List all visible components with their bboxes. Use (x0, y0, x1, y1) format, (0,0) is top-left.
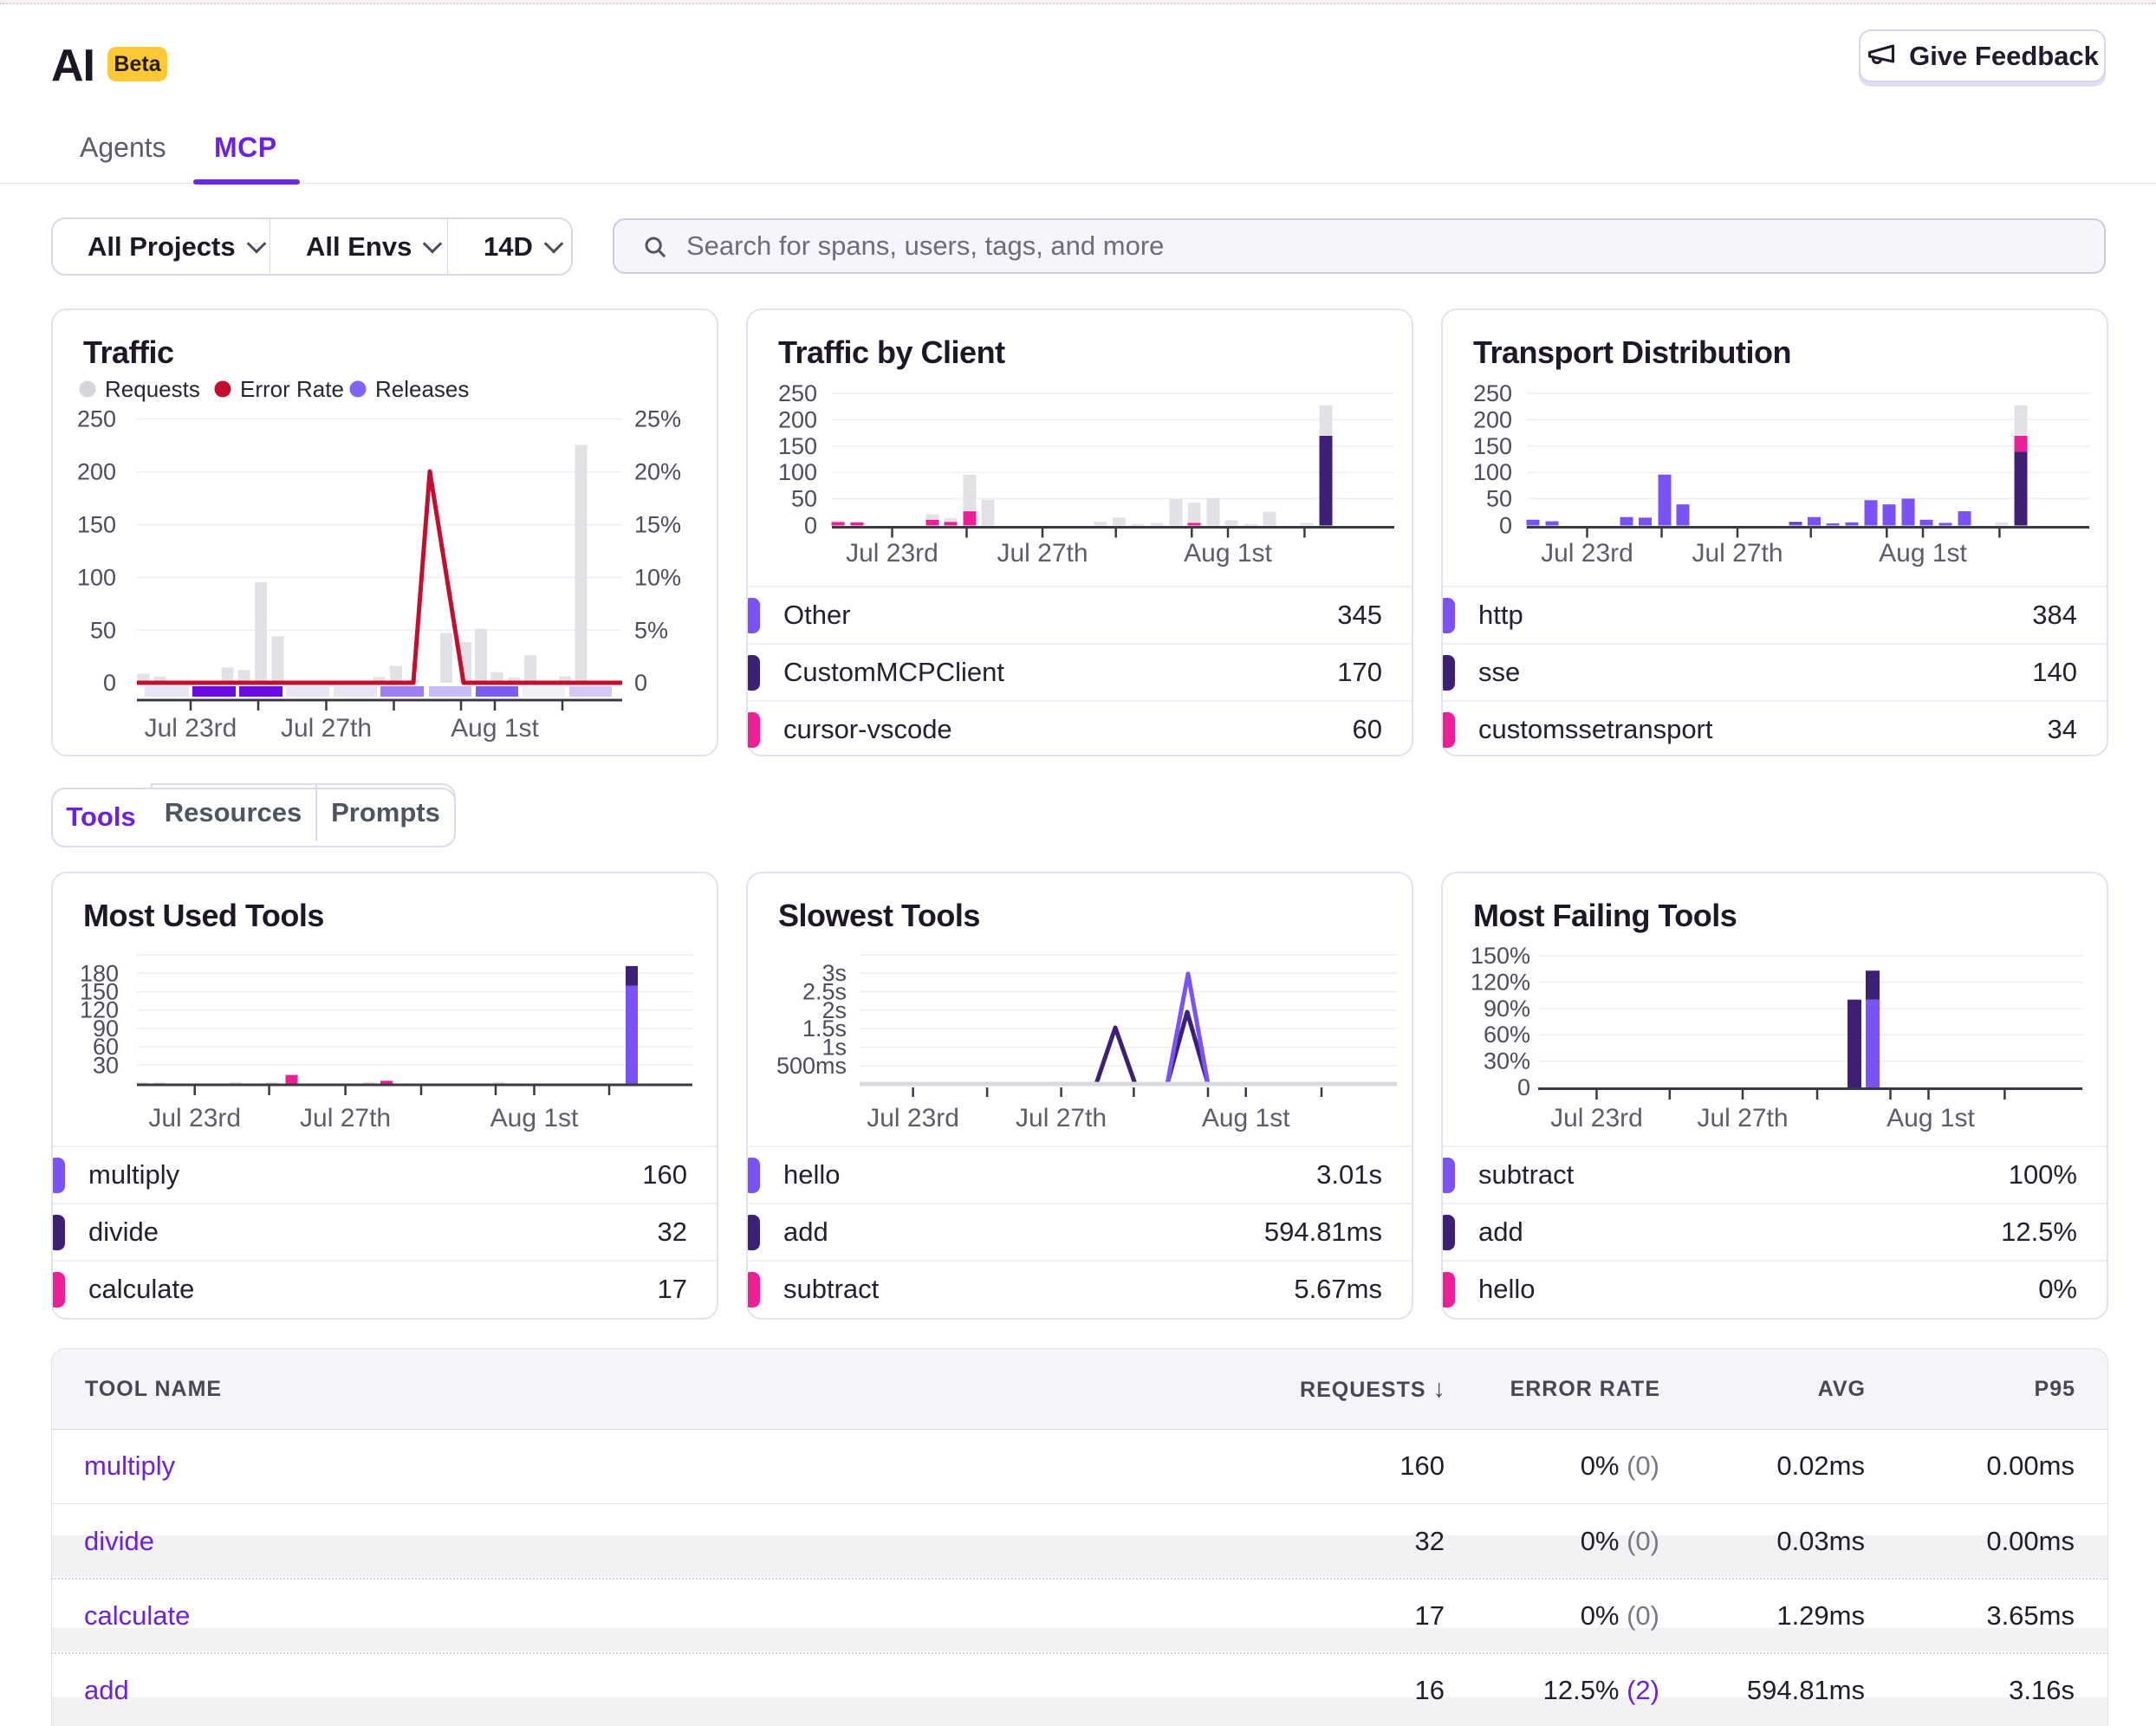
svg-text:200: 200 (778, 406, 817, 432)
svg-text:Aug 1st: Aug 1st (451, 714, 539, 743)
svg-text:0: 0 (634, 670, 647, 696)
svg-text:200: 200 (1473, 406, 1512, 432)
svg-text:0: 0 (1499, 513, 1512, 539)
svg-text:500ms: 500ms (776, 1053, 847, 1079)
svg-text:divide: divide (88, 1217, 159, 1247)
svg-text:add: add (1478, 1217, 1523, 1247)
svg-text:subtract: subtract (1478, 1159, 1575, 1190)
svg-text:34: 34 (2048, 714, 2077, 744)
svg-text:50: 50 (1486, 486, 1512, 512)
svg-text:sse: sse (1478, 657, 1520, 687)
svg-text:100: 100 (778, 459, 817, 485)
svg-text:250: 250 (77, 406, 116, 432)
svg-text:3.01s: 3.01s (1316, 1159, 1382, 1190)
svg-text:10%: 10% (634, 565, 681, 591)
svg-text:250: 250 (778, 380, 817, 406)
svg-text:150%: 150% (1471, 943, 1530, 969)
svg-text:100: 100 (77, 565, 116, 591)
svg-text:60%: 60% (1484, 1022, 1530, 1048)
svg-text:0: 0 (1517, 1074, 1530, 1100)
svg-text:5.67ms: 5.67ms (1294, 1274, 1382, 1304)
svg-text:90%: 90% (1484, 996, 1530, 1022)
svg-text:160: 160 (642, 1159, 687, 1190)
svg-text:CustomMCPClient: CustomMCPClient (783, 657, 1004, 687)
svg-text:Releases: Releases (375, 376, 469, 402)
svg-text:200: 200 (77, 459, 116, 485)
svg-text:20%: 20% (634, 459, 681, 485)
svg-text:Jul 23rd: Jul 23rd (148, 1104, 241, 1132)
svg-text:Aug 1st: Aug 1st (1202, 1104, 1290, 1132)
svg-text:Jul 23rd: Jul 23rd (1550, 1104, 1643, 1132)
svg-text:calculate: calculate (88, 1274, 194, 1304)
svg-text:add: add (783, 1217, 828, 1247)
svg-text:multiply: multiply (88, 1159, 180, 1190)
svg-text:32: 32 (658, 1217, 687, 1247)
svg-text:Jul 27th: Jul 27th (281, 714, 372, 743)
svg-text:100%: 100% (2009, 1159, 2077, 1190)
svg-text:150: 150 (1473, 433, 1512, 459)
svg-text:250: 250 (1473, 380, 1512, 406)
svg-text:Aug 1st: Aug 1st (1184, 539, 1272, 568)
svg-text:25%: 25% (634, 406, 681, 432)
svg-text:120%: 120% (1471, 969, 1530, 995)
svg-text:Jul 27th: Jul 27th (997, 539, 1088, 568)
svg-text:Jul 23rd: Jul 23rd (867, 1104, 959, 1132)
svg-text:100: 100 (1473, 459, 1512, 485)
svg-text:Jul 27th: Jul 27th (300, 1104, 391, 1132)
svg-text:Aug 1st: Aug 1st (1886, 1104, 1975, 1132)
svg-text:30%: 30% (1484, 1048, 1530, 1074)
svg-text:http: http (1478, 600, 1523, 630)
svg-text:subtract: subtract (783, 1274, 880, 1304)
svg-text:50: 50 (791, 486, 817, 512)
svg-text:345: 345 (1337, 600, 1382, 630)
svg-text:Jul 27th: Jul 27th (1692, 539, 1783, 568)
svg-text:Jul 27th: Jul 27th (1697, 1104, 1788, 1132)
svg-text:Requests: Requests (105, 376, 200, 402)
svg-text:customssetransport: customssetransport (1478, 714, 1713, 744)
svg-text:140: 140 (2032, 657, 2077, 687)
svg-text:Aug 1st: Aug 1st (1879, 539, 1967, 568)
svg-text:384: 384 (2032, 600, 2077, 630)
svg-text:0%: 0% (2038, 1274, 2077, 1304)
svg-text:594.81ms: 594.81ms (1264, 1217, 1382, 1247)
svg-text:60: 60 (1353, 714, 1382, 744)
svg-text:150: 150 (77, 512, 116, 538)
svg-text:Aug 1st: Aug 1st (490, 1104, 579, 1132)
svg-text:12.5%: 12.5% (2001, 1217, 2077, 1247)
svg-text:hello: hello (783, 1159, 841, 1190)
svg-text:0: 0 (103, 670, 116, 696)
svg-text:50: 50 (90, 618, 116, 644)
svg-text:17: 17 (658, 1274, 687, 1304)
svg-text:Jul 23rd: Jul 23rd (145, 714, 237, 743)
svg-text:150: 150 (778, 433, 817, 459)
svg-text:0: 0 (804, 513, 817, 539)
svg-text:30: 30 (93, 1052, 119, 1078)
svg-text:Error Rate: Error Rate (240, 376, 344, 402)
svg-text:Jul 23rd: Jul 23rd (1541, 539, 1633, 568)
svg-text:Jul 27th: Jul 27th (1016, 1104, 1107, 1132)
svg-text:cursor-vscode: cursor-vscode (783, 714, 952, 744)
svg-text:5%: 5% (634, 618, 668, 644)
svg-text:Jul 23rd: Jul 23rd (846, 539, 938, 568)
svg-text:15%: 15% (634, 512, 681, 538)
svg-text:Other: Other (783, 600, 851, 630)
svg-text:hello: hello (1478, 1274, 1536, 1304)
svg-text:170: 170 (1337, 657, 1382, 687)
